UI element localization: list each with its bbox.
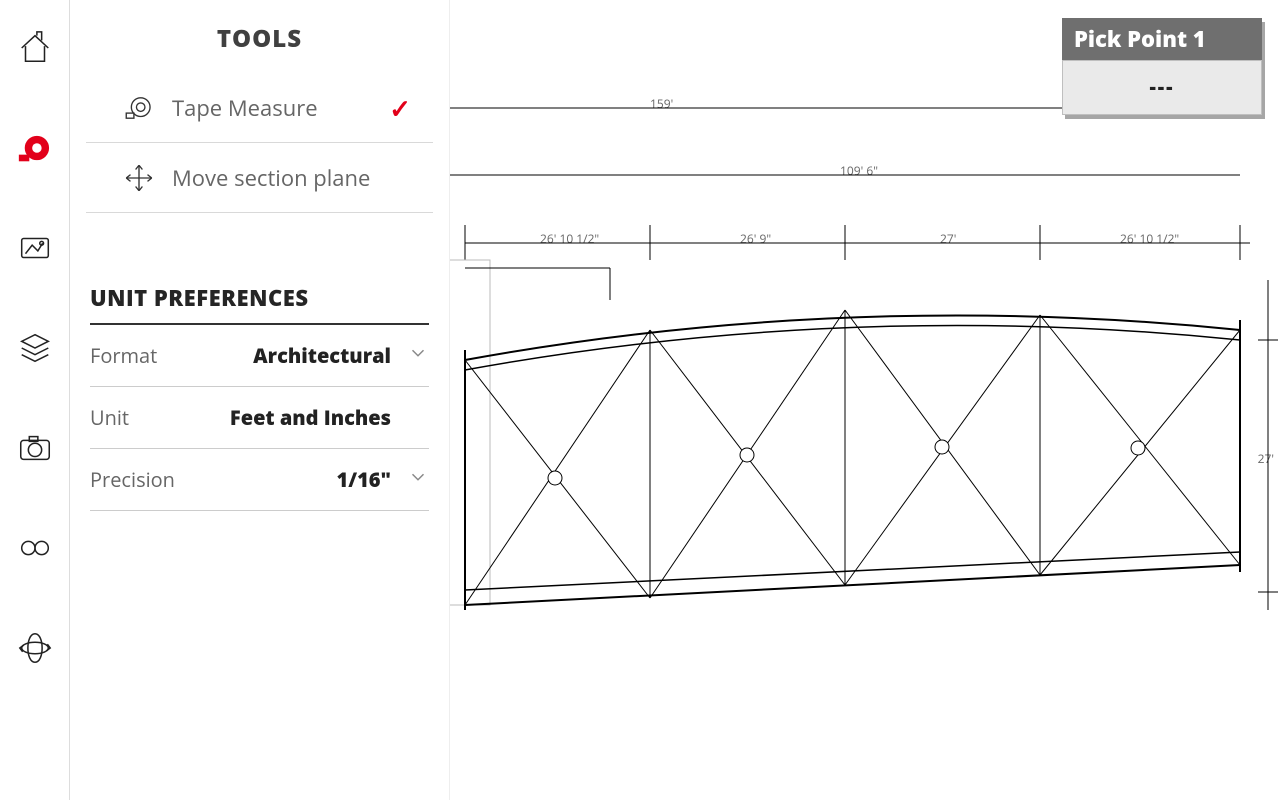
status-title: Pick Point 1 (1062, 18, 1262, 60)
panel-title: TOOLS (70, 0, 449, 73)
drawing-svg (450, 0, 1280, 800)
scenes-icon[interactable] (15, 228, 55, 268)
chevron-down-icon (407, 342, 429, 369)
view-icon[interactable] (15, 528, 55, 568)
status-value: --- (1062, 60, 1262, 115)
unit-prefs-title: UNIT PREFERENCES (90, 283, 429, 325)
pref-label: Precision (90, 466, 175, 493)
pref-value: Feet and Inches (230, 404, 407, 431)
move-section-icon (116, 161, 162, 195)
check-icon: ✓ (389, 90, 411, 126)
model-viewport[interactable]: Pick Point 1 --- 159' 109' 6" 26' 10 1/2… (450, 0, 1280, 800)
orbit-icon[interactable] (15, 628, 55, 668)
tool-label: Move section plane (162, 163, 411, 193)
layers-icon[interactable] (15, 328, 55, 368)
pref-format[interactable]: Format Architectural (90, 325, 429, 387)
chevron-down-icon (407, 466, 429, 493)
pref-unit[interactable]: Unit Feet and Inches (90, 387, 429, 449)
pref-value: Architectural (253, 342, 407, 369)
tool-move-section-plane[interactable]: Move section plane (86, 143, 433, 213)
tool-tape-measure[interactable]: Tape Measure ✓ (86, 73, 433, 143)
left-rail (0, 0, 70, 800)
pref-precision[interactable]: Precision 1/16" (90, 449, 429, 511)
camera-icon[interactable] (15, 428, 55, 468)
tape-measure-tool-icon[interactable] (15, 128, 55, 168)
home-icon[interactable] (15, 28, 55, 68)
pref-label: Unit (90, 404, 129, 431)
tools-panel: TOOLS Tape Measure ✓ Move section plane … (70, 0, 450, 800)
tool-label: Tape Measure (162, 93, 389, 123)
tape-measure-icon (116, 91, 162, 125)
pref-value: 1/16" (337, 466, 407, 493)
pref-label: Format (90, 342, 157, 369)
measurement-status: Pick Point 1 --- (1062, 18, 1262, 115)
